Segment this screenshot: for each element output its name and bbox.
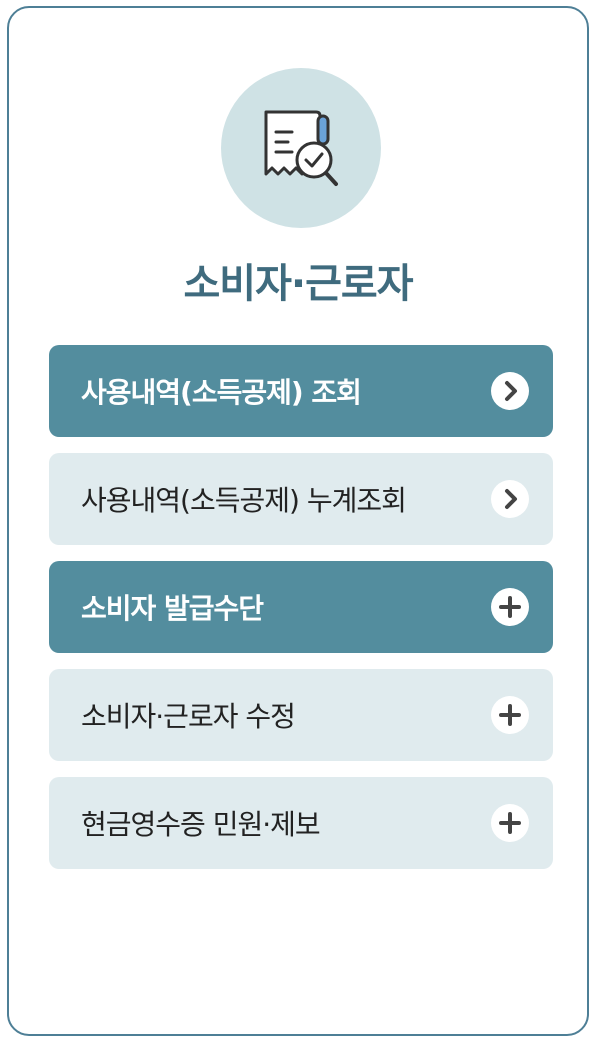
plus-icon[interactable] — [491, 696, 529, 734]
menu-item-label: 사용내역(소득공제) 조회 — [81, 376, 362, 409]
menu-card: 소비자·근로자 사용내역(소득공제) 조회 사용내역(소득공제) 누계조회 소비… — [7, 6, 589, 1036]
plus-icon[interactable] — [491, 588, 529, 626]
menu-list: 사용내역(소득공제) 조회 사용내역(소득공제) 누계조회 소비자 발급수단 소… — [49, 345, 553, 885]
menu-item-label: 소비자·근로자 수정 — [81, 700, 296, 733]
menu-item-complaint-report[interactable]: 현금영수증 민원·제보 — [49, 777, 553, 869]
menu-item-consumer-issuance[interactable]: 소비자 발급수단 — [49, 561, 553, 653]
menu-item-label: 현금영수증 민원·제보 — [81, 808, 321, 841]
menu-item-consumer-edit[interactable]: 소비자·근로자 수정 — [49, 669, 553, 761]
chevron-right-icon[interactable] — [491, 480, 529, 518]
menu-item-usage-cumulative[interactable]: 사용내역(소득공제) 누계조회 — [49, 453, 553, 545]
receipt-search-icon — [264, 110, 338, 186]
menu-item-usage-history[interactable]: 사용내역(소득공제) 조회 — [49, 345, 553, 437]
page-title: 소비자·근로자 — [183, 261, 414, 307]
menu-item-label: 사용내역(소득공제) 누계조회 — [81, 484, 407, 517]
header-icon-circle — [221, 68, 381, 228]
menu-item-label: 소비자 발급수단 — [81, 592, 264, 625]
chevron-right-icon[interactable] — [491, 372, 529, 410]
plus-icon[interactable] — [491, 804, 529, 842]
